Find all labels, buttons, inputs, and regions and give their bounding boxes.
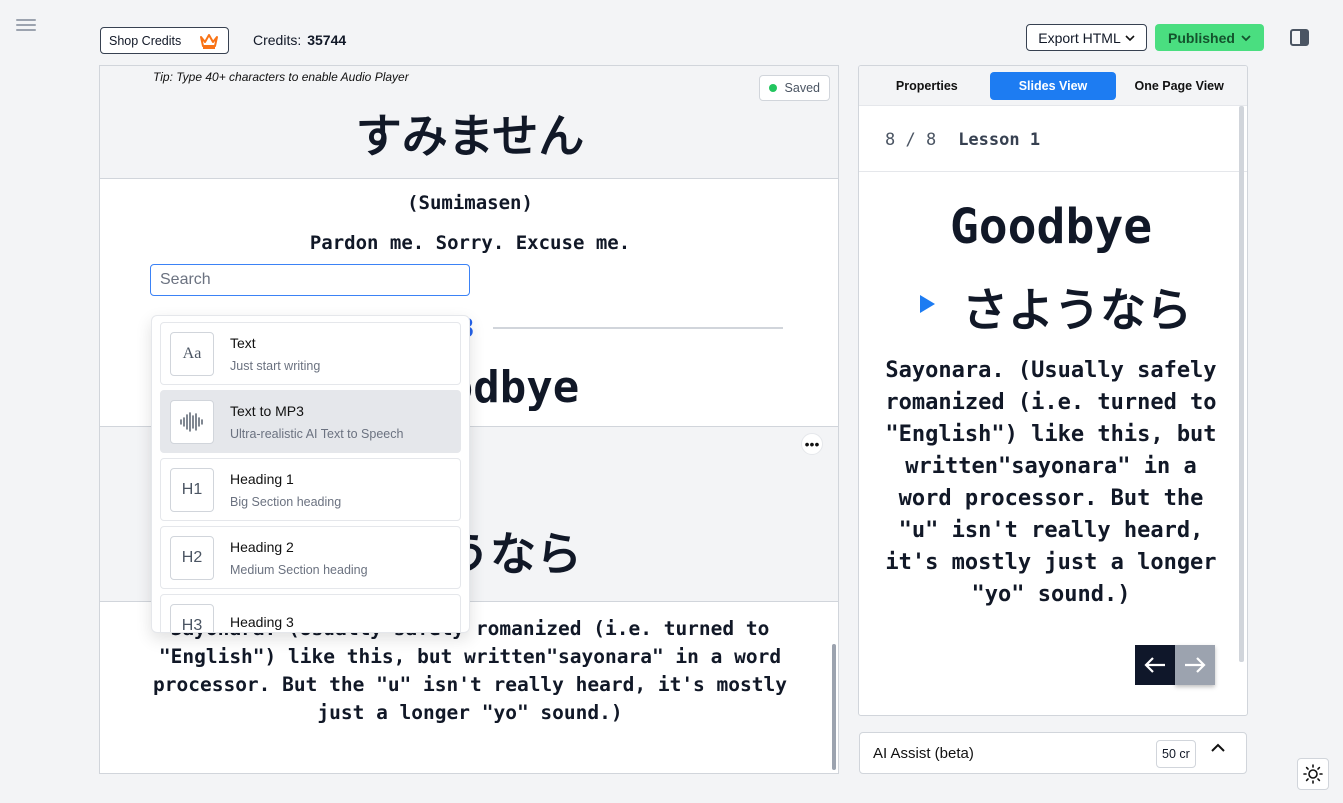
sun-icon xyxy=(1303,764,1323,784)
heading-jp: すみません xyxy=(355,109,585,163)
romaji-text[interactable]: (Sumimasen) xyxy=(100,192,838,214)
saved-status-dot xyxy=(768,84,777,92)
prev-slide-button[interactable] xyxy=(1135,645,1175,685)
export-label: Export HTML xyxy=(1038,29,1121,46)
block-type-menu: Aa Text Just start writing Text to MP3 U… xyxy=(151,315,470,633)
menu-item-subtitle: Big Section heading xyxy=(230,494,342,509)
preview-scrollbar[interactable] xyxy=(1239,106,1244,662)
view-tabs: Properties Slides View One Page View xyxy=(859,66,1247,106)
heading-block[interactable]: Tip: Type 40+ characters to enable Audio… xyxy=(100,66,838,178)
ai-cost-badge: 50 cr xyxy=(1156,740,1196,768)
preview-panel: Properties Slides View One Page View 8 /… xyxy=(858,65,1248,716)
tip-text: Tip: Type 40+ characters to enable Audio… xyxy=(153,70,409,84)
arrow-left-icon xyxy=(1144,657,1165,673)
heading-1-icon: H1 xyxy=(170,467,214,512)
menu-item-subtitle: Medium Section heading xyxy=(230,562,368,577)
crown-icon xyxy=(200,33,219,49)
toggle-sidebar-icon[interactable] xyxy=(1290,29,1309,46)
credits-label: Credits: xyxy=(253,32,302,48)
shop-credits-button[interactable]: Shop Credits xyxy=(100,27,229,54)
tab-slides-view[interactable]: Slides View xyxy=(989,71,1117,100)
arrow-right-icon xyxy=(1185,657,1206,673)
slide-header: 8 / 8 Lesson 1 xyxy=(885,130,1040,150)
ai-assist-bar[interactable]: AI Assist (beta) 50 cr xyxy=(859,732,1247,774)
menu-item-title: Text to MP3 xyxy=(230,402,304,419)
shop-credits-label: Shop Credits xyxy=(109,33,182,48)
menu-item-subtitle: Ultra-realistic AI Text to Speech xyxy=(230,426,404,441)
tab-one-page-view[interactable]: One Page View xyxy=(1116,72,1242,100)
menu-item-title: Heading 3 xyxy=(230,613,294,630)
heading-3-icon: H3 xyxy=(170,603,214,633)
slide-body-text: Sayonara. (Usually safely romanized (i.e… xyxy=(885,358,1217,607)
menu-item-heading-3[interactable]: H3 Heading 3 xyxy=(160,594,461,633)
tab-properties[interactable]: Properties xyxy=(864,72,990,100)
heading-2-icon: H2 xyxy=(170,535,214,580)
menu-item-title: Heading 1 xyxy=(230,470,294,487)
chevron-down-icon xyxy=(1125,34,1135,41)
more-options-button[interactable]: ••• xyxy=(801,433,823,455)
menu-item-title: Text xyxy=(230,334,256,351)
waveform-icon xyxy=(170,399,214,444)
menu-hamburger-icon[interactable] xyxy=(16,16,36,36)
ai-assist-label: AI Assist (beta) xyxy=(873,744,974,762)
credits-display: Credits: 35744 xyxy=(253,32,346,48)
heading-2-glyph: H2 xyxy=(181,548,203,566)
published-button[interactable]: Published xyxy=(1155,24,1264,51)
slide-title: Goodbye xyxy=(949,199,1153,255)
slide-counter: 8 / 8 xyxy=(885,130,937,150)
chevron-up-icon[interactable] xyxy=(1210,743,1226,753)
menu-item-title: Heading 2 xyxy=(230,538,294,555)
search-input[interactable] xyxy=(150,264,470,296)
saved-badge: Saved xyxy=(758,75,830,101)
slide-divider xyxy=(493,327,783,329)
next-slide-button[interactable] xyxy=(1175,645,1215,685)
chevron-down-icon xyxy=(1241,34,1251,41)
text-format-glyph: Aa xyxy=(182,344,202,362)
block-divider xyxy=(100,178,838,179)
heading-1-glyph: H1 xyxy=(181,480,203,498)
play-icon[interactable] xyxy=(920,295,935,313)
credits-value: 35744 xyxy=(307,32,347,48)
export-html-button[interactable]: Export HTML xyxy=(1026,24,1147,51)
heading-3-glyph: H3 xyxy=(181,616,203,633)
menu-item-heading-1[interactable]: H1 Heading 1 Big Section heading xyxy=(160,458,461,521)
header-divider xyxy=(859,171,1247,172)
editor-scrollbar[interactable] xyxy=(832,644,836,770)
lesson-title: Lesson 1 xyxy=(958,130,1041,150)
menu-item-subtitle: Just start writing xyxy=(230,358,321,373)
text-format-icon: Aa xyxy=(170,331,214,376)
publish-label: Published xyxy=(1168,29,1235,46)
meaning-text[interactable]: Pardon me. Sorry. Excuse me. xyxy=(100,232,838,254)
menu-item-heading-2[interactable]: H2 Heading 2 Medium Section heading xyxy=(160,526,461,589)
slide-jp-text: さようなら xyxy=(962,283,1192,337)
saved-label: Saved xyxy=(784,81,820,95)
menu-item-text[interactable]: Aa Text Just start writing xyxy=(160,322,461,385)
theme-toggle-button[interactable] xyxy=(1297,758,1329,790)
menu-item-text-to-mp3[interactable]: Text to MP3 Ultra-realistic AI Text to S… xyxy=(160,390,461,453)
